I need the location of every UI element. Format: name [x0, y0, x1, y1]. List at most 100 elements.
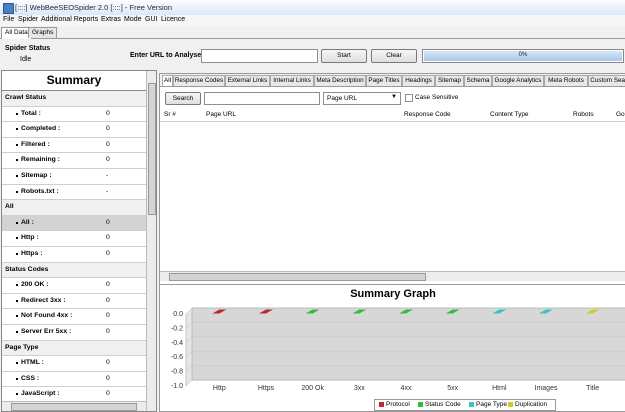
summary-item[interactable]: Filtered : 0	[2, 137, 146, 154]
summary-item-value: 0	[106, 218, 110, 226]
section-label: Crawl Status	[5, 94, 47, 101]
summary-section-header: Status Codes	[2, 262, 146, 279]
bullet-icon	[16, 128, 18, 131]
case-sensitive-checkbox[interactable]	[405, 94, 413, 102]
spider-status-label: Spider Status	[5, 45, 51, 52]
start-button[interactable]: Start	[321, 49, 367, 63]
tab-custom-search[interactable]: Custom Search	[588, 75, 625, 86]
summary-item[interactable]: Server Err 5xx : 0	[2, 324, 146, 341]
summary-item[interactable]: 200 OK : 0	[2, 278, 146, 294]
tab-meta-robots[interactable]: Meta Robots	[544, 75, 588, 86]
summary-graph-panel: Summary Graph 0.0 -0.2 -0.4 -0.6 -0.8 -1.0 Htt…	[159, 284, 625, 412]
tab-meta-description[interactable]: Meta Description	[314, 75, 366, 86]
url-label: Enter URL to Analyse	[130, 52, 202, 59]
tab-sitemap[interactable]: Sitemap	[435, 75, 464, 86]
summary-item[interactable]: Not Found 4xx : 0	[2, 309, 146, 325]
bullet-icon	[16, 221, 18, 224]
tab-page-titles[interactable]: Page Titles	[366, 75, 402, 86]
summary-item[interactable]: HTML : 0	[2, 356, 146, 372]
bullet-icon	[16, 315, 18, 318]
x-tick-label: 200 Ok	[301, 385, 324, 392]
bullet-icon	[16, 159, 18, 162]
summary-item-label: HTML :	[21, 359, 44, 367]
bullet-icon	[16, 112, 18, 115]
summary-item-label: Redirect 3xx :	[21, 296, 66, 304]
url-input[interactable]	[201, 49, 318, 63]
menu-extras[interactable]: Extras	[101, 16, 121, 23]
tab-headings[interactable]: Headings	[402, 75, 435, 86]
summary-item-label: Https :	[21, 249, 43, 257]
menu-mode[interactable]: Mode	[124, 16, 142, 23]
summary-item[interactable]: Http : 0	[2, 231, 146, 247]
summary-vertical-scrollbar[interactable]	[146, 71, 156, 411]
tab-internal-links[interactable]: Internal Links	[270, 75, 314, 86]
menu-additional-reports[interactable]: Additional Reports	[41, 16, 98, 23]
summary-item-value: 0	[106, 374, 110, 382]
summary-item-label: All :	[21, 218, 34, 226]
summary-item-label: JavaScript :	[21, 390, 60, 398]
summary-item[interactable]: Https : 0	[2, 246, 146, 263]
summary-item[interactable]: Completed : 0	[2, 122, 146, 138]
summary-item[interactable]: Robots.txt : -	[2, 184, 146, 201]
search-field-select[interactable]: Page URL ▼	[323, 92, 401, 105]
tab-response-codes[interactable]: Response Codes	[173, 75, 225, 86]
scrollbar-thumb[interactable]	[169, 273, 426, 281]
summary-item[interactable]: Sitemap : -	[2, 168, 146, 185]
legend-swatch-status-code	[418, 402, 423, 407]
column-sr[interactable]: Sr #	[164, 111, 176, 118]
bullet-icon	[16, 237, 18, 240]
summary-item-label: Server Err 5xx :	[21, 327, 72, 335]
legend-duplication: Duplication	[515, 401, 548, 408]
scrollbar-thumb[interactable]	[11, 403, 137, 411]
summary-item[interactable]: All : 0	[2, 215, 146, 232]
column-response-code[interactable]: Response Code	[404, 111, 451, 118]
x-tick-label: 5xx	[447, 385, 458, 392]
summary-item[interactable]: Total : 0	[2, 106, 146, 123]
summary-item[interactable]: Redirect 3xx : 0	[2, 293, 146, 310]
x-tick-label: Https	[258, 385, 275, 392]
tab-external-links[interactable]: External Links	[225, 75, 270, 86]
summary-item-value: 0	[106, 109, 110, 117]
column-content-type[interactable]: Content Type	[490, 111, 529, 118]
summary-horizontal-scrollbar[interactable]	[2, 401, 146, 411]
clear-button[interactable]: Clear	[371, 49, 417, 63]
column-go[interactable]: Go	[616, 111, 625, 118]
summary-item[interactable]: Remaining : 0	[2, 153, 146, 169]
bullet-icon	[16, 330, 18, 333]
column-page-url[interactable]: Page URL	[206, 111, 236, 118]
bullet-icon	[16, 174, 18, 177]
menu-licence[interactable]: Licence	[161, 16, 185, 23]
summary-item-label: Not Found 4xx :	[21, 312, 73, 320]
menu-file[interactable]: File	[3, 16, 14, 23]
y-tick-label: -1.0	[171, 383, 183, 390]
main-tabs: All Data Graphs	[0, 27, 625, 39]
column-robots[interactable]: Robots	[573, 111, 594, 118]
tab-all[interactable]: All	[162, 75, 173, 86]
x-tick-label: Title	[586, 385, 599, 392]
search-button[interactable]: Search	[165, 92, 201, 105]
summary-item[interactable]: CSS : 0	[2, 371, 146, 388]
summary-section-header: Page Type	[2, 340, 146, 357]
summary-item-value: -	[106, 187, 109, 195]
tab-graphs[interactable]: Graphs	[28, 27, 58, 38]
search-input[interactable]	[204, 92, 320, 105]
scrollbar-thumb[interactable]	[148, 83, 156, 215]
tab-schema[interactable]: Schema	[464, 75, 492, 86]
tab-google-analytics[interactable]: Google Analytics	[492, 75, 544, 86]
y-tick-label: -0.4	[171, 340, 183, 347]
y-tick-label: -0.2	[171, 325, 183, 332]
summary-item-label: Robots.txt :	[21, 187, 59, 195]
x-tick-label: Images	[535, 385, 558, 392]
progress-text: 0%	[518, 52, 528, 58]
summary-item-label: CSS :	[21, 374, 40, 382]
menu-gui[interactable]: GUI	[145, 16, 157, 23]
summary-item-label: Http :	[21, 234, 39, 242]
summary-item-label: Filtered :	[21, 140, 50, 148]
menu-bar: File Spider Additional Reports Extras Mo…	[0, 15, 625, 26]
grid-horizontal-scrollbar[interactable]	[160, 271, 625, 281]
legend-page-type: Page Type	[476, 401, 507, 408]
grid-header: Sr # Page URL Response Code Content Type…	[160, 109, 625, 122]
menu-spider[interactable]: Spider	[18, 16, 38, 23]
summary-item-value: 0	[106, 281, 110, 289]
summary-title: Summary	[2, 71, 146, 91]
